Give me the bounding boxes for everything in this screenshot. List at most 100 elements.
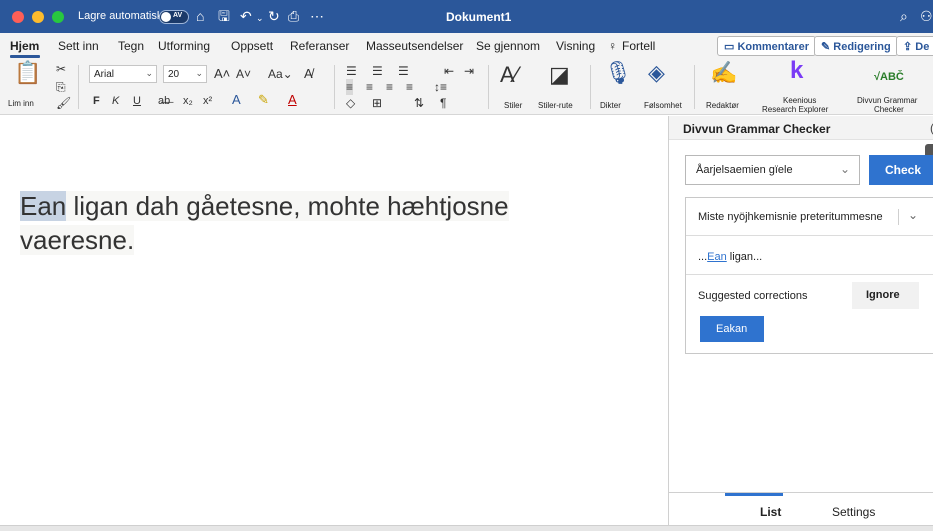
search-icon[interactable]: ⌕ <box>900 8 908 25</box>
editing-label: Redigering <box>833 41 891 53</box>
document-canvas[interactable]: Ean ligan dah gåetesne, mohte hæhtjosne … <box>0 116 668 525</box>
tab-list[interactable]: List <box>760 505 781 519</box>
align-right-icon[interactable]: ≡ <box>386 79 393 95</box>
bullets-icon[interactable]: ☰ <box>346 63 357 79</box>
tab-tegn[interactable]: Tegn <box>118 39 144 53</box>
dictate-label: Dikter <box>600 101 621 110</box>
divider <box>686 274 933 275</box>
comment-icon: ▭ <box>724 41 738 53</box>
suggestion-button[interactable]: Eakan <box>700 316 764 342</box>
close-window-button[interactable] <box>12 11 24 23</box>
pane-title: Divvun Grammar Checker <box>683 122 831 136</box>
more-icon[interactable]: ⋯ <box>310 8 324 24</box>
check-button[interactable]: Check <box>869 155 933 185</box>
tab-hjem[interactable]: Hjem <box>10 39 39 53</box>
share-button[interactable]: ⇪ De <box>896 36 933 56</box>
highlighted-error-word[interactable]: Ean <box>20 191 67 221</box>
divvun-label-1: Divvun Grammar <box>857 96 918 105</box>
home-icon[interactable]: ⌂ <box>196 8 204 24</box>
comments-label: Kommentarer <box>737 41 809 53</box>
document-line-2: vaeresne. <box>20 225 135 255</box>
document-body[interactable]: Ean ligan dah gåetesne, mohte hæhtjosne … <box>20 189 600 257</box>
error-card-header[interactable]: Miste nyöjhkemisnie preteritummesne ⌄ <box>686 198 933 236</box>
undo-dropdown-icon[interactable]: ⌄ <box>256 10 264 26</box>
italic-button[interactable]: K <box>112 93 119 109</box>
microphone-icon[interactable]: 🎙 <box>604 62 632 84</box>
clear-format-icon[interactable]: A̸ <box>304 66 313 82</box>
format-painter-icon[interactable]: 🖌 <box>56 95 71 111</box>
justify-icon[interactable]: ≡ <box>406 79 413 95</box>
ignore-button[interactable]: Ignore <box>852 282 919 309</box>
sort-icon[interactable]: ⇅ <box>414 95 424 111</box>
ribbon-tabs: Hjem Sett inn Tegn Utforming Oppsett Ref… <box>0 33 933 59</box>
keenious-icon[interactable]: k <box>790 59 803 83</box>
align-center-icon[interactable]: ≡ <box>366 79 373 95</box>
show-formatting-icon[interactable]: ¶ <box>440 95 446 111</box>
active-tab-indicator <box>10 55 40 58</box>
borders-icon[interactable]: ⊞ <box>372 95 382 111</box>
highlight-color-icon[interactable]: ✎ <box>258 92 269 108</box>
grow-font-icon[interactable]: A˄ <box>214 66 230 82</box>
keenious-label-2: Research Explorer <box>762 105 829 114</box>
toggle-knob <box>161 12 171 22</box>
styles-pane-icon[interactable]: ◪ <box>549 64 570 86</box>
context-error-link[interactable]: Ean <box>707 251 727 263</box>
chevron-down-icon[interactable]: ⌄ <box>908 208 918 222</box>
save-icon[interactable]: 🖫 <box>218 8 230 24</box>
tab-masseutsendelser[interactable]: Masseutsendelser <box>366 39 463 53</box>
autosave-toggle[interactable]: AV <box>159 10 189 24</box>
print-icon[interactable]: ⎙ <box>288 8 299 24</box>
tab-referanser[interactable]: Referanser <box>290 39 349 53</box>
subscript-icon[interactable]: x₂ <box>183 93 193 109</box>
strikethrough-icon[interactable]: a̶b̶ <box>158 93 170 109</box>
shrink-font-icon[interactable]: A˅ <box>236 66 251 82</box>
paste-icon[interactable]: 📋 <box>14 62 41 84</box>
text-effects-icon[interactable]: A <box>232 92 241 108</box>
maximize-window-button[interactable] <box>52 11 64 23</box>
document-line-1: Ean ligan dah gåetesne, mohte hæhtjosne <box>20 191 509 221</box>
share-icon: ⇪ <box>903 41 916 53</box>
editor-label: Redaktør <box>706 101 739 110</box>
redo-icon[interactable]: ↻ <box>268 8 280 24</box>
language-select[interactable]: Åarjelsaemien gïele ⌄ <box>685 155 860 185</box>
editing-button[interactable]: ✎ Redigering <box>814 36 898 56</box>
context-suffix: ligan... <box>726 251 763 263</box>
tab-visning[interactable]: Visning <box>556 39 595 53</box>
minimize-window-button[interactable] <box>32 11 44 23</box>
change-case-icon[interactable]: Aa⌄ <box>268 66 293 82</box>
underline-button[interactable]: U <box>133 93 141 109</box>
shading-icon[interactable]: ◇ <box>346 95 355 111</box>
undo-icon[interactable]: ↶ <box>240 8 252 24</box>
font-name-select[interactable]: Arial ⌄ <box>89 65 157 83</box>
font-size-select[interactable]: 20 ⌄ <box>163 65 207 83</box>
editor-icon[interactable]: ✍ <box>710 62 737 84</box>
tab-sett-inn[interactable]: Sett inn <box>58 39 99 53</box>
document-title: Dokument1 <box>446 10 512 24</box>
cut-icon[interactable]: ✂ <box>56 61 66 77</box>
decrease-indent-icon[interactable]: ⇤ <box>444 63 454 79</box>
bold-button[interactable]: F <box>93 93 100 109</box>
align-left-icon[interactable]: ≡ <box>346 79 354 95</box>
comments-button[interactable]: ▭ Kommentarer <box>717 36 816 56</box>
multilevel-list-icon[interactable]: ☰ <box>398 63 409 79</box>
numbering-icon[interactable]: ☰ <box>372 63 383 79</box>
keenious-label-1: Keenious <box>783 96 817 105</box>
font-color-icon[interactable]: A <box>288 92 297 108</box>
lightbulb-icon: ♀ <box>608 39 617 53</box>
tab-oppsett[interactable]: Oppsett <box>231 39 273 53</box>
tab-utforming[interactable]: Utforming <box>158 39 210 53</box>
sensitivity-label: Følsomhet <box>644 101 682 110</box>
tab-fortell[interactable]: Fortell <box>622 39 655 53</box>
tab-settings[interactable]: Settings <box>832 505 875 519</box>
superscript-icon[interactable]: x² <box>203 93 212 109</box>
title-bar: Lagre automatisk AV ⌂ 🖫 ↶ ⌄ ↻ ⎙ ⋯ Dokume… <box>0 0 933 33</box>
divvun-icon[interactable]: √ABČ <box>874 69 904 85</box>
account-icon[interactable]: ⚇ <box>920 8 933 25</box>
line-spacing-icon[interactable]: ↕≡ <box>434 79 447 95</box>
styles-icon[interactable]: A⁄ <box>500 64 518 86</box>
increase-indent-icon[interactable]: ⇥ <box>464 63 474 79</box>
copy-icon[interactable]: ⎘ <box>56 79 66 95</box>
sensitivity-icon[interactable]: ◈ <box>648 62 665 84</box>
tab-se-gjennom[interactable]: Se gjennom <box>476 39 540 53</box>
error-title: Miste nyöjhkemisnie preteritummesne <box>698 211 883 223</box>
